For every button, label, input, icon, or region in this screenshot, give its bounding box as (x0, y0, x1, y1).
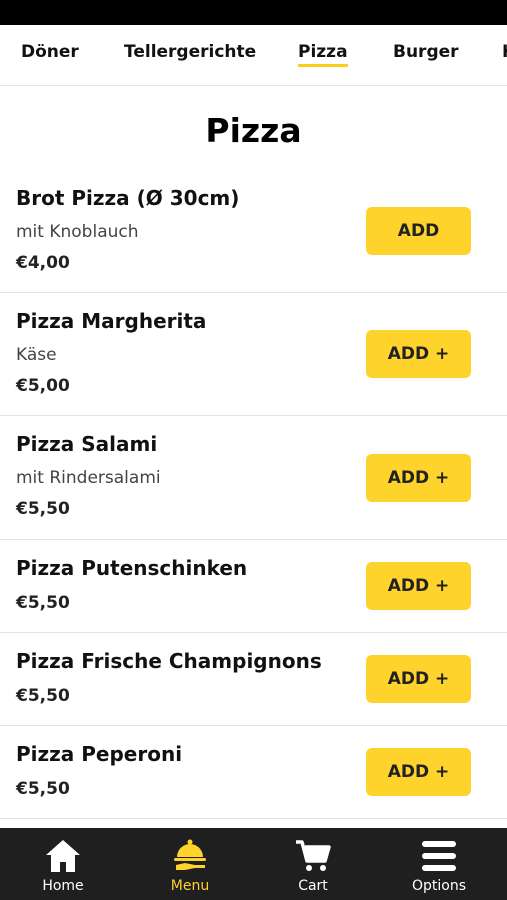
tab-pizza[interactable]: Pizza (298, 42, 348, 67)
tab-doener[interactable]: Döner (21, 42, 79, 62)
nav-label: Options (411, 878, 467, 894)
item-name: Brot Pizza (Ø 30cm) (16, 186, 240, 210)
item-price: €5,50 (16, 779, 70, 799)
nav-options[interactable]: Options (376, 828, 502, 900)
waiter-tray-icon (170, 836, 210, 876)
item-price: €5,00 (16, 376, 70, 396)
item-price: €5,50 (16, 593, 70, 613)
menu-item: Pizza Peperoni €5,50 ADD + (0, 726, 507, 819)
status-bar (0, 0, 507, 25)
add-button[interactable]: ADD + (366, 562, 471, 610)
menu-item: Pizza Putenschinken €5,50 ADD + (0, 540, 507, 633)
tab-next[interactable]: Ki (502, 42, 507, 62)
menu-item: Brot Pizza (Ø 30cm) mit Knoblauch €4,00 … (0, 170, 507, 293)
nav-cart[interactable]: Cart (250, 828, 376, 900)
tab-burger[interactable]: Burger (393, 42, 459, 62)
home-icon (43, 836, 83, 876)
item-description: mit Rindersalami (16, 468, 161, 488)
nav-home[interactable]: Home (0, 828, 126, 900)
item-name: Pizza Salami (16, 432, 158, 456)
item-name: Pizza Margherita (16, 309, 207, 333)
menu-list: Brot Pizza (Ø 30cm) mit Knoblauch €4,00 … (0, 170, 507, 819)
category-tabs: Döner Tellergerichte Pizza Burger Ki (0, 25, 507, 86)
item-price: €4,00 (16, 253, 70, 273)
nav-label: Home (42, 878, 84, 894)
menu-item: Pizza Salami mit Rindersalami €5,50 ADD … (0, 416, 507, 540)
menu-item: Pizza Frische Champignons €5,50 ADD + (0, 633, 507, 726)
add-button[interactable]: ADD + (366, 330, 471, 378)
bottom-navigation: Home Menu Cart Options (0, 828, 507, 900)
add-button[interactable]: ADD + (366, 748, 471, 796)
nav-menu[interactable]: Menu (127, 828, 253, 900)
nav-label: Menu (170, 878, 210, 894)
tab-tellergerichte[interactable]: Tellergerichte (124, 42, 256, 62)
item-name: Pizza Putenschinken (16, 556, 248, 580)
item-description: Käse (16, 345, 57, 365)
add-button[interactable]: ADD + (366, 454, 471, 502)
item-description: mit Knoblauch (16, 222, 139, 242)
hamburger-menu-icon (419, 836, 459, 876)
add-button[interactable]: ADD + (366, 655, 471, 703)
item-price: €5,50 (16, 499, 70, 519)
nav-label: Cart (298, 878, 328, 894)
item-price: €5,50 (16, 686, 70, 706)
add-button[interactable]: ADD (366, 207, 471, 255)
item-name: Pizza Frische Champignons (16, 649, 322, 673)
item-name: Pizza Peperoni (16, 742, 183, 766)
cart-icon (293, 836, 333, 876)
section-title: Pizza (205, 111, 302, 150)
menu-item: Pizza Margherita Käse €5,00 ADD + (0, 293, 507, 416)
